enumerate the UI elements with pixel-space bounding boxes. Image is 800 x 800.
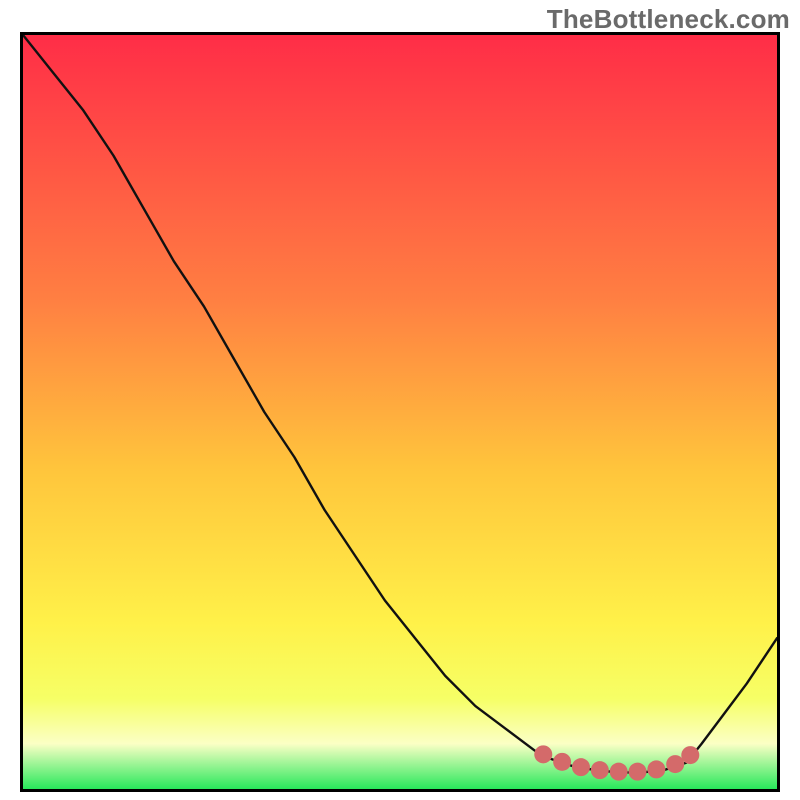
highlight-dot (647, 760, 665, 778)
gradient-background (23, 35, 777, 789)
highlight-dot (629, 763, 647, 781)
highlight-dot (681, 746, 699, 764)
highlight-dot (534, 745, 552, 763)
watermark-text: TheBottleneck.com (547, 4, 790, 35)
highlight-dot (572, 758, 590, 776)
highlight-dot (553, 753, 571, 771)
highlight-dot (666, 755, 684, 773)
highlight-dot (610, 763, 628, 781)
chart-svg (23, 35, 777, 789)
plot-area (20, 32, 780, 792)
chart-frame: TheBottleneck.com (0, 0, 800, 800)
highlight-dot (591, 761, 609, 779)
